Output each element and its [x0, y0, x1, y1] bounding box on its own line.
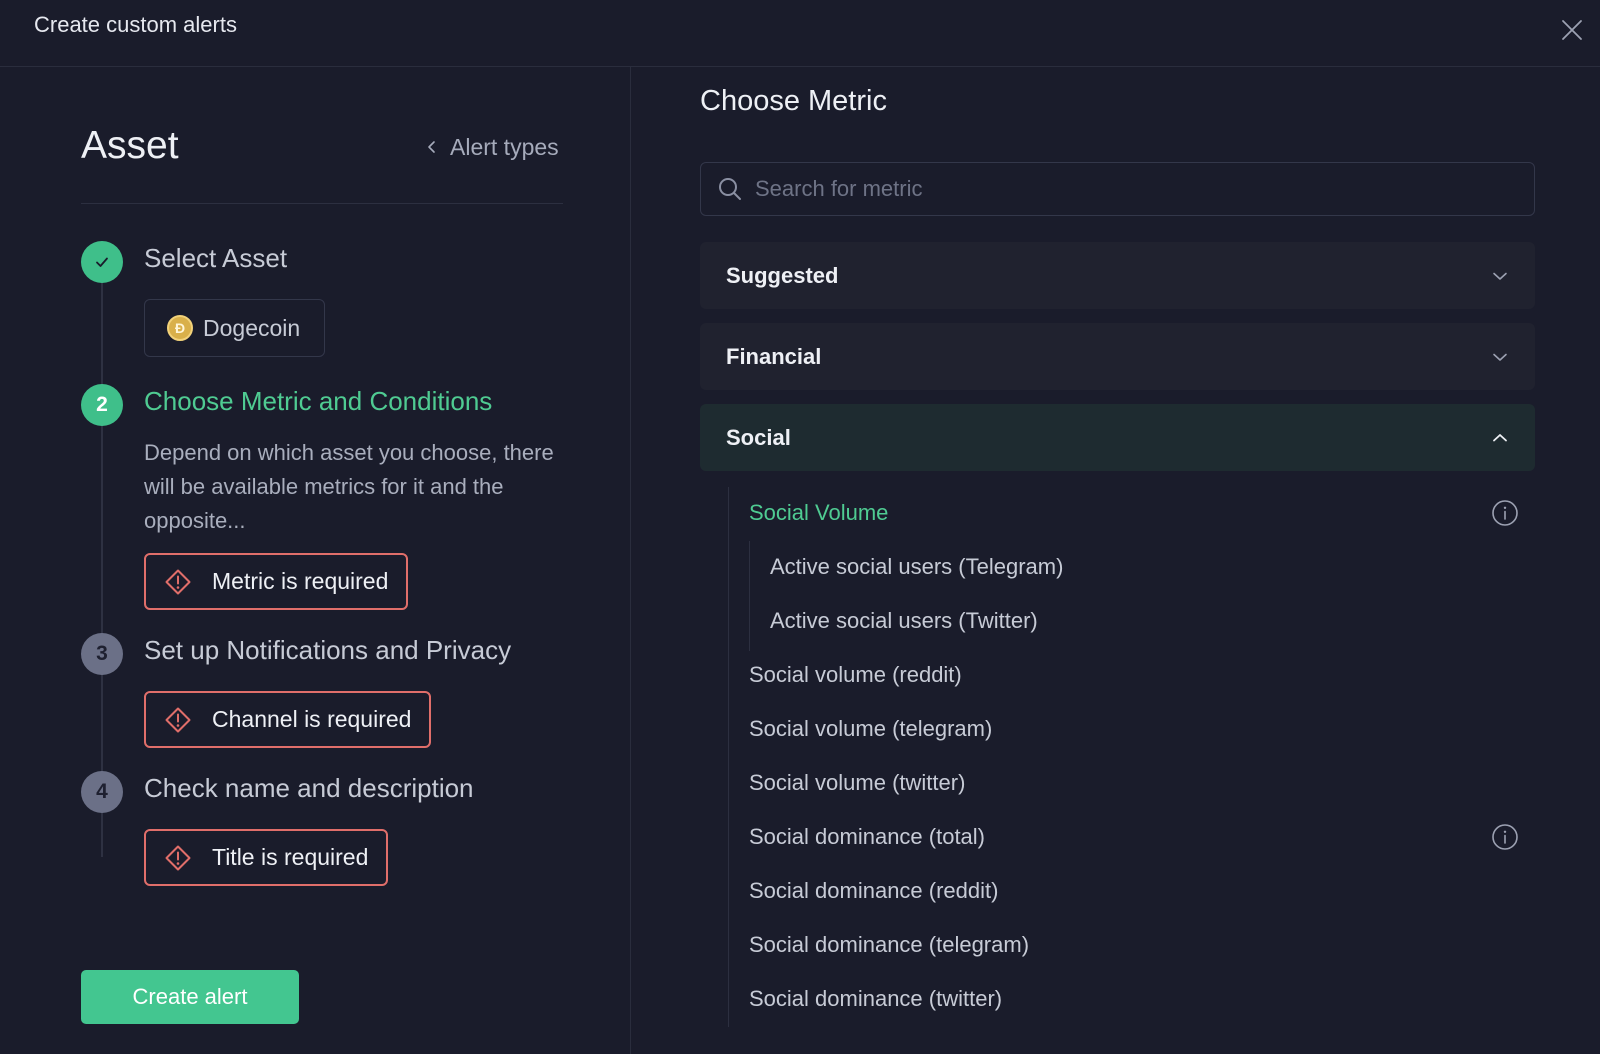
title-error-text: Title is required — [212, 844, 369, 870]
step-2-title[interactable]: Choose Metric and Conditions — [144, 386, 492, 417]
step-2-badge: 2 — [81, 384, 123, 426]
sub-metric-guide — [749, 541, 750, 651]
create-alert-button[interactable]: Create alert — [81, 970, 299, 1024]
step-3-title[interactable]: Set up Notifications and Privacy — [144, 635, 511, 666]
metric-label: Social Volume — [749, 500, 889, 525]
page-title: Asset — [81, 124, 179, 167]
category-label: Social — [726, 424, 791, 450]
title-error: Title is required — [144, 829, 389, 886]
step-1-title[interactable]: Select Asset — [144, 243, 287, 274]
steps-timeline — [101, 267, 103, 857]
category-label: Suggested — [726, 262, 839, 288]
metric-label: Social dominance (reddit) — [749, 878, 999, 903]
steps-panel: Asset Alert types Select Asset Ð Dogecoi… — [0, 67, 631, 1054]
category-suggested[interactable]: Suggested — [700, 242, 1535, 309]
metric-list-guide — [728, 487, 729, 1027]
step-2-description: Depend on which asset you choose, there … — [144, 440, 554, 533]
metric-active-social-users-twitter[interactable]: Active social users (Twitter) — [770, 600, 1519, 642]
selected-asset-chip[interactable]: Ð Dogecoin — [144, 299, 325, 357]
metric-label: Social volume (twitter) — [749, 770, 966, 795]
metric-social-dominance-reddit[interactable]: Social dominance (reddit) — [749, 870, 1519, 912]
metric-social-volume-telegram[interactable]: Social volume (telegram) — [749, 708, 1519, 750]
metric-active-social-users-telegram[interactable]: Active social users (Telegram) — [770, 546, 1519, 588]
category-social[interactable]: Social — [700, 404, 1535, 471]
metric-social-volume-twitter[interactable]: Social volume (twitter) — [749, 762, 1519, 804]
info-icon[interactable] — [1491, 499, 1519, 527]
metric-label: Social dominance (twitter) — [749, 986, 1003, 1011]
category-label: Financial — [726, 343, 822, 369]
metric-search-input[interactable] — [755, 176, 1515, 202]
info-icon[interactable] — [1491, 823, 1519, 851]
metric-social-dominance-telegram[interactable]: Social dominance (telegram) — [749, 924, 1519, 966]
chevron-down-icon — [1493, 272, 1507, 280]
metric-panel: Choose Metric Suggested Financial Social… — [632, 67, 1600, 1054]
check-icon — [96, 257, 108, 267]
warning-diamond-icon — [165, 845, 191, 870]
dogecoin-icon: Ð — [167, 315, 193, 341]
step-1-check-badge — [81, 241, 123, 283]
asset-label: Dogecoin — [203, 314, 301, 341]
warning-diamond-icon — [165, 569, 191, 594]
modal-title: Create custom alerts — [34, 12, 237, 37]
category-financial[interactable]: Financial — [700, 323, 1535, 390]
metric-social-dominance-total[interactable]: Social dominance (total) — [749, 816, 1519, 858]
step-4-title[interactable]: Check name and description — [144, 773, 474, 804]
metric-label: Social volume (telegram) — [749, 716, 993, 741]
step-3-badge: 3 — [81, 633, 123, 675]
metric-search[interactable] — [700, 162, 1535, 216]
alert-types-label: Alert types — [450, 133, 559, 160]
chevron-left-icon — [428, 141, 435, 153]
metric-social-volume-reddit[interactable]: Social volume (reddit) — [749, 654, 1519, 696]
metric-error-text: Metric is required — [212, 568, 389, 594]
channel-error-text: Channel is required — [212, 706, 412, 732]
modal-header: Create custom alerts — [0, 0, 1600, 67]
metric-label: Active social users (Twitter) — [770, 608, 1038, 633]
step-4-badge: 4 — [81, 771, 123, 813]
warning-diamond-icon — [165, 707, 191, 732]
metric-panel-title: Choose Metric — [700, 85, 887, 117]
close-button[interactable] — [1560, 18, 1584, 42]
chevron-down-icon — [1493, 353, 1507, 361]
search-icon — [719, 178, 741, 200]
metric-label: Social dominance (total) — [749, 824, 986, 849]
divider — [81, 203, 563, 204]
metric-social-dominance-twitter[interactable]: Social dominance (twitter) — [749, 978, 1519, 1020]
metric-label: Active social users (Telegram) — [770, 554, 1064, 579]
chevron-up-icon — [1493, 433, 1507, 441]
metric-error: Metric is required — [144, 553, 409, 610]
channel-error: Channel is required — [144, 691, 432, 748]
alert-types-back-link[interactable]: Alert types — [424, 133, 559, 161]
close-icon — [1562, 20, 1582, 40]
metric-social-volume[interactable]: Social Volume — [749, 492, 1519, 534]
metric-label: Social dominance (telegram) — [749, 932, 1030, 957]
metric-label: Social volume (reddit) — [749, 662, 962, 687]
